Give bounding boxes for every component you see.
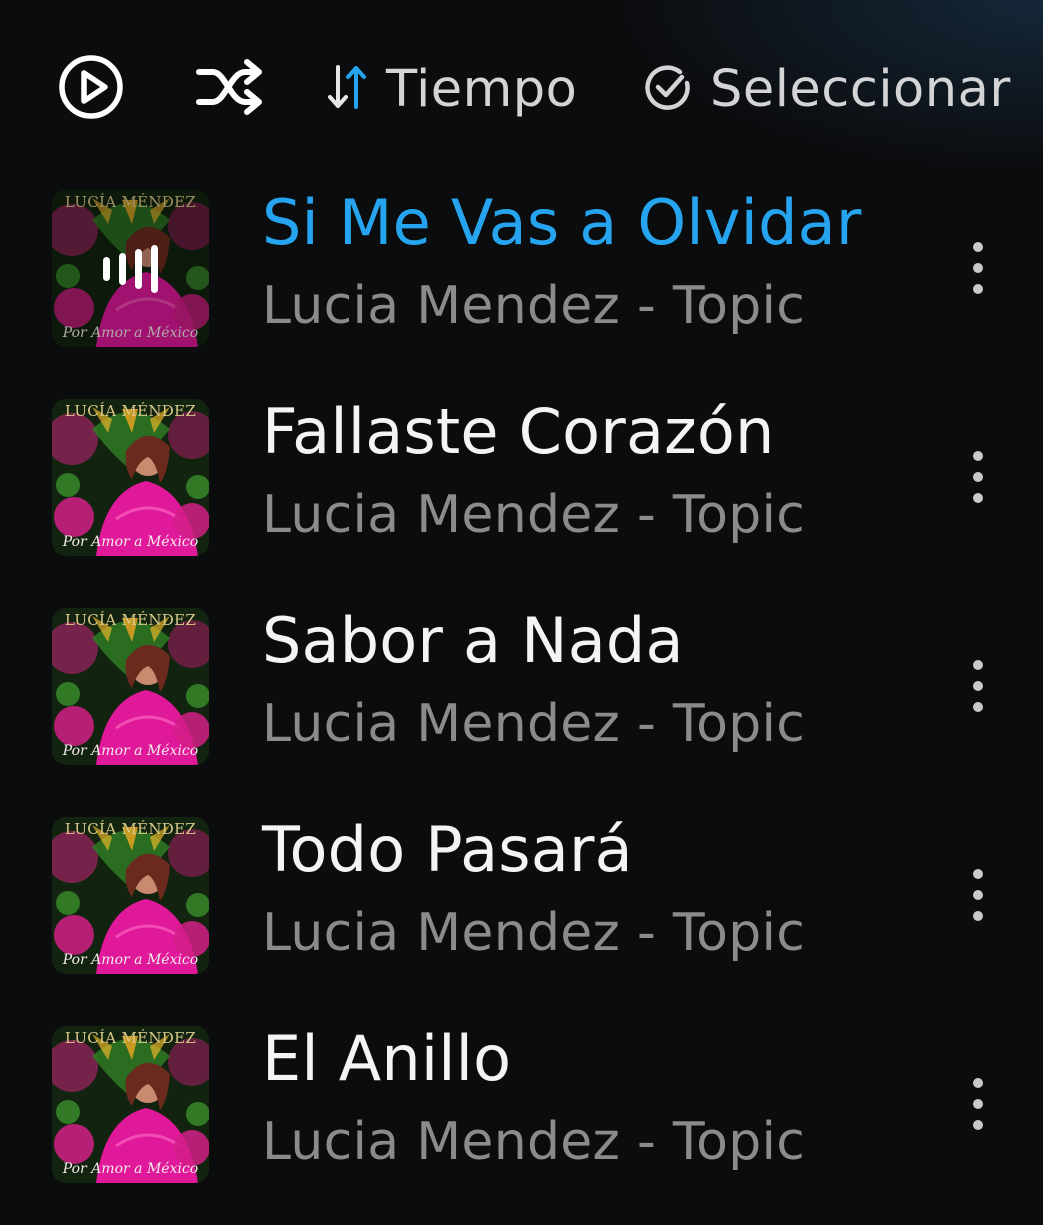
play-circle-icon — [58, 54, 124, 124]
more-dot — [973, 1120, 983, 1130]
album-art-thumbnail: LUCÍA MÉNDEZ Por Amor a México — [52, 399, 209, 556]
cover-album-text: Por Amor a México — [62, 534, 199, 550]
playlist-toolbar: Tiempo Seleccionar — [0, 46, 1043, 132]
more-dot — [973, 1078, 983, 1088]
song-artist: Lucia Mendez - Topic — [262, 1112, 806, 1172]
more-dot — [973, 1099, 983, 1109]
more-options-button[interactable] — [955, 859, 1001, 931]
sort-button[interactable]: Tiempo — [324, 46, 577, 132]
more-dot — [973, 911, 983, 921]
song-row[interactable]: LUCÍA MÉNDEZ Por Amor a México Fallaste … — [0, 389, 1043, 598]
shuffle-icon — [195, 58, 265, 120]
cover-album-text: Por Amor a México — [62, 743, 199, 759]
equalizer-bar — [151, 244, 158, 293]
more-dot — [973, 869, 983, 879]
cover-artist-text: LUCÍA MÉNDEZ — [64, 820, 197, 838]
song-artist: Lucia Mendez - Topic — [262, 694, 806, 754]
song-artist: Lucia Mendez - Topic — [262, 276, 806, 336]
cover-album-text: Por Amor a México — [62, 1161, 199, 1177]
shuffle-button[interactable] — [194, 46, 266, 132]
song-artist: Lucia Mendez - Topic — [262, 903, 806, 963]
song-title: Fallaste Corazón — [262, 395, 775, 468]
sort-arrows-icon — [324, 61, 372, 117]
song-row[interactable]: LUCÍA MÉNDEZ Por Amor a México Sabor a N… — [0, 598, 1043, 807]
album-art-thumbnail: LUCÍA MÉNDEZ Por Amor a México — [52, 608, 209, 765]
more-dot — [973, 451, 983, 461]
album-art-thumbnail: LUCÍA MÉNDEZ Por Amor a México — [52, 190, 209, 347]
more-dot — [973, 493, 983, 503]
equalizer-bar — [119, 252, 126, 285]
more-dot — [973, 890, 983, 900]
equalizer-bar — [135, 248, 142, 289]
album-art-thumbnail: LUCÍA MÉNDEZ Por Amor a México — [52, 817, 209, 974]
song-row[interactable]: LUCÍA MÉNDEZ Por Amor a México Todo Pasa… — [0, 807, 1043, 1016]
song-row[interactable]: LUCÍA MÉNDEZ Por Amor a México Si Me Vas… — [0, 180, 1043, 389]
equalizer-bar — [103, 256, 110, 281]
song-title: Todo Pasará — [262, 813, 633, 886]
song-title: Si Me Vas a Olvidar — [262, 186, 862, 259]
more-dot — [973, 284, 983, 294]
more-options-button[interactable] — [955, 232, 1001, 304]
more-dot — [973, 681, 983, 691]
play-all-button[interactable] — [56, 46, 126, 132]
more-dot — [973, 660, 983, 670]
sort-label: Tiempo — [386, 59, 578, 119]
more-options-button[interactable] — [955, 650, 1001, 722]
select-button[interactable]: Seleccionar — [642, 46, 1011, 132]
song-title: Sabor a Nada — [262, 604, 684, 677]
more-dot — [973, 263, 983, 273]
more-dot — [973, 472, 983, 482]
select-label: Seleccionar — [710, 59, 1011, 119]
album-art-thumbnail: LUCÍA MÉNDEZ Por Amor a México — [52, 1026, 209, 1183]
cover-artist-text: LUCÍA MÉNDEZ — [64, 1029, 197, 1047]
now-playing-equalizer-icon — [52, 190, 209, 347]
more-dot — [973, 702, 983, 712]
cover-artist-text: LUCÍA MÉNDEZ — [64, 611, 197, 629]
cover-artist-text: LUCÍA MÉNDEZ — [64, 402, 197, 420]
song-artist: Lucia Mendez - Topic — [262, 485, 806, 545]
more-options-button[interactable] — [955, 441, 1001, 513]
cover-album-text: Por Amor a México — [62, 952, 199, 968]
song-row[interactable]: LUCÍA MÉNDEZ Por Amor a México El Anillo… — [0, 1016, 1043, 1225]
song-list: LUCÍA MÉNDEZ Por Amor a México Si Me Vas… — [0, 180, 1043, 1225]
more-dot — [973, 242, 983, 252]
check-circle-icon — [642, 61, 694, 117]
song-title: El Anillo — [262, 1022, 512, 1095]
more-options-button[interactable] — [955, 1068, 1001, 1140]
